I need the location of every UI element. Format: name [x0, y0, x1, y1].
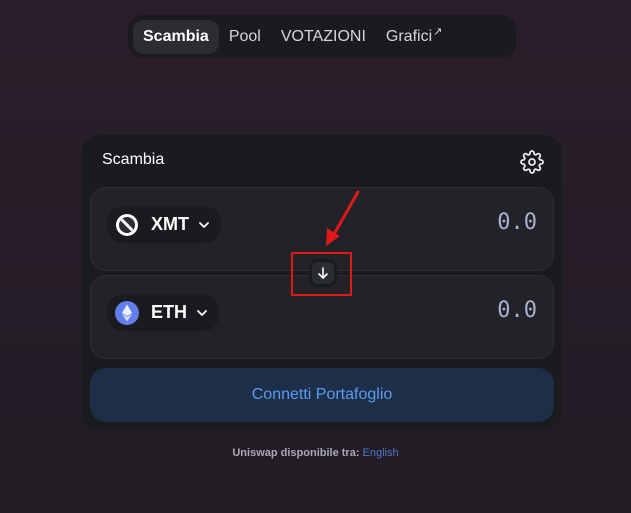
input-amount[interactable]: 0.0	[417, 210, 537, 235]
language-link-english[interactable]: English	[363, 447, 399, 459]
annotation-highlight-box	[291, 252, 352, 296]
chevron-down-icon	[199, 221, 209, 228]
external-link-icon: ↗	[433, 26, 443, 38]
no-entry-icon	[116, 213, 138, 236]
ethereum-icon	[115, 300, 139, 325]
swap-card-title: Scambia	[102, 151, 165, 168]
input-token-symbol: XMT	[151, 214, 189, 234]
language-footer-text: Uniswap disponibile tra:	[232, 447, 360, 459]
output-amount[interactable]: 0.0	[417, 298, 537, 323]
nav-tab-scambia[interactable]: Scambia	[133, 19, 219, 54]
nav-tab-pool[interactable]: Pool	[219, 20, 271, 54]
gear-icon[interactable]	[520, 150, 544, 174]
nav-tab-votazioni[interactable]: VOTAZIONI	[271, 20, 376, 54]
nav-tab-grafici-label: Grafici	[385, 27, 433, 45]
input-token-selector[interactable]: XMT	[107, 206, 221, 243]
connect-wallet-button[interactable]: Connetti Portafoglio	[90, 368, 554, 422]
language-footer: Uniswap disponibile tra: English	[0, 447, 631, 459]
top-nav: Scambia Pool VOTAZIONI Grafici ↗	[128, 15, 516, 58]
chevron-down-icon	[197, 309, 207, 316]
output-token-selector[interactable]: ETH	[107, 294, 219, 331]
output-token-symbol: ETH	[151, 302, 187, 322]
nav-tab-grafici[interactable]: Grafici ↗	[376, 20, 452, 54]
